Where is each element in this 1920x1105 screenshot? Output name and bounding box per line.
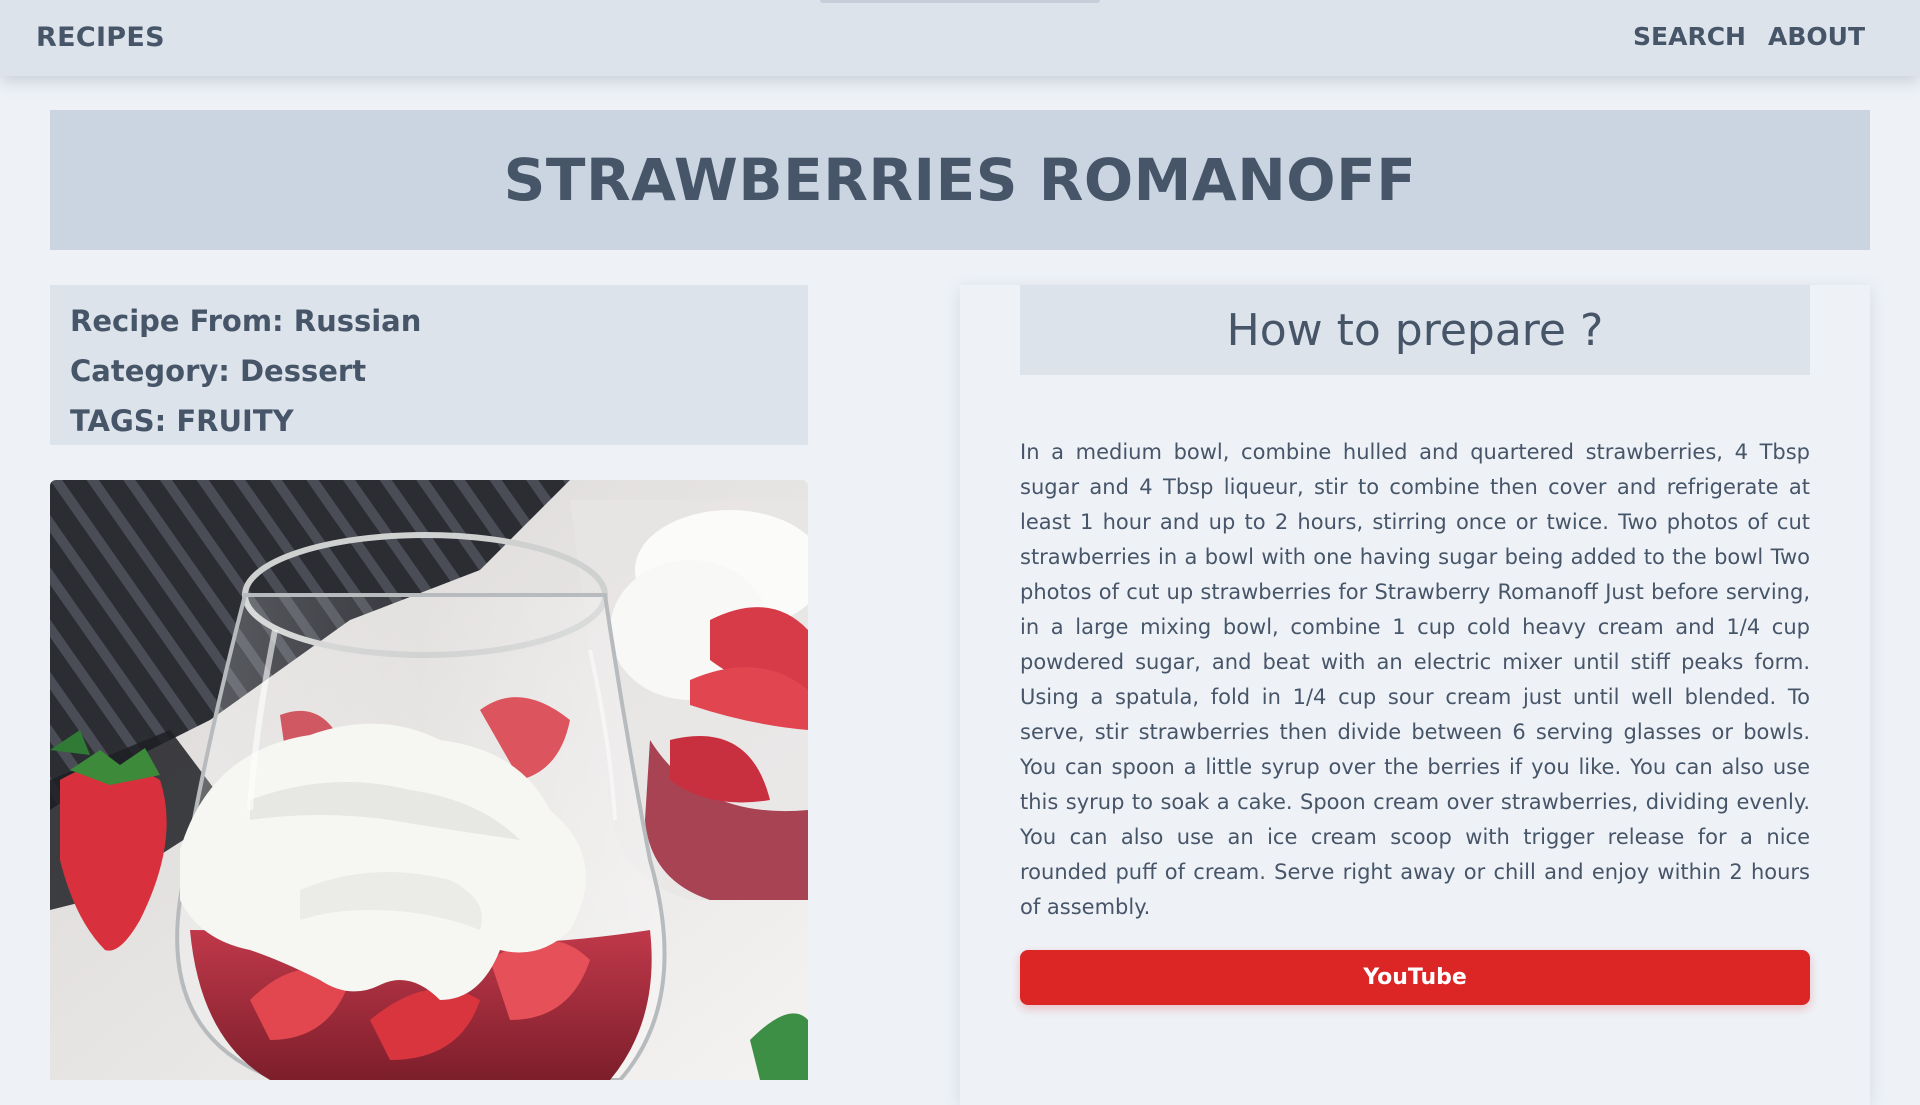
title-banner: STRAWBERRIES ROMANOFF: [50, 110, 1870, 250]
recipe-photo-image: [50, 480, 808, 1080]
youtube-button[interactable]: YouTube: [1020, 950, 1810, 1005]
preparation-header: How to prepare ?: [1020, 285, 1810, 375]
recipe-photo: [50, 480, 808, 1080]
preparation-card: How to prepare ? In a medium bowl, combi…: [960, 285, 1870, 1105]
recipe-info-box: Recipe From: Russian Category: Dessert T…: [50, 285, 808, 445]
recipe-tags: TAGS: FRUITY: [70, 404, 294, 438]
recipe-title: STRAWBERRIES ROMANOFF: [503, 146, 1417, 214]
recipe-origin: Recipe From: Russian: [70, 304, 422, 338]
top-navbar: RECIPES SEARCH ABOUT: [0, 0, 1920, 76]
brand-link[interactable]: RECIPES: [36, 22, 165, 53]
navbar-notch: [820, 0, 1100, 3]
preparation-heading: How to prepare ?: [1226, 304, 1604, 356]
nav-about-link[interactable]: ABOUT: [1768, 22, 1865, 51]
preparation-instructions: In a medium bowl, combine hulled and qua…: [1020, 440, 1810, 919]
nav-links: SEARCH ABOUT: [1633, 22, 1865, 51]
recipe-category: Category: Dessert: [70, 354, 367, 388]
nav-search-link[interactable]: SEARCH: [1633, 22, 1746, 51]
